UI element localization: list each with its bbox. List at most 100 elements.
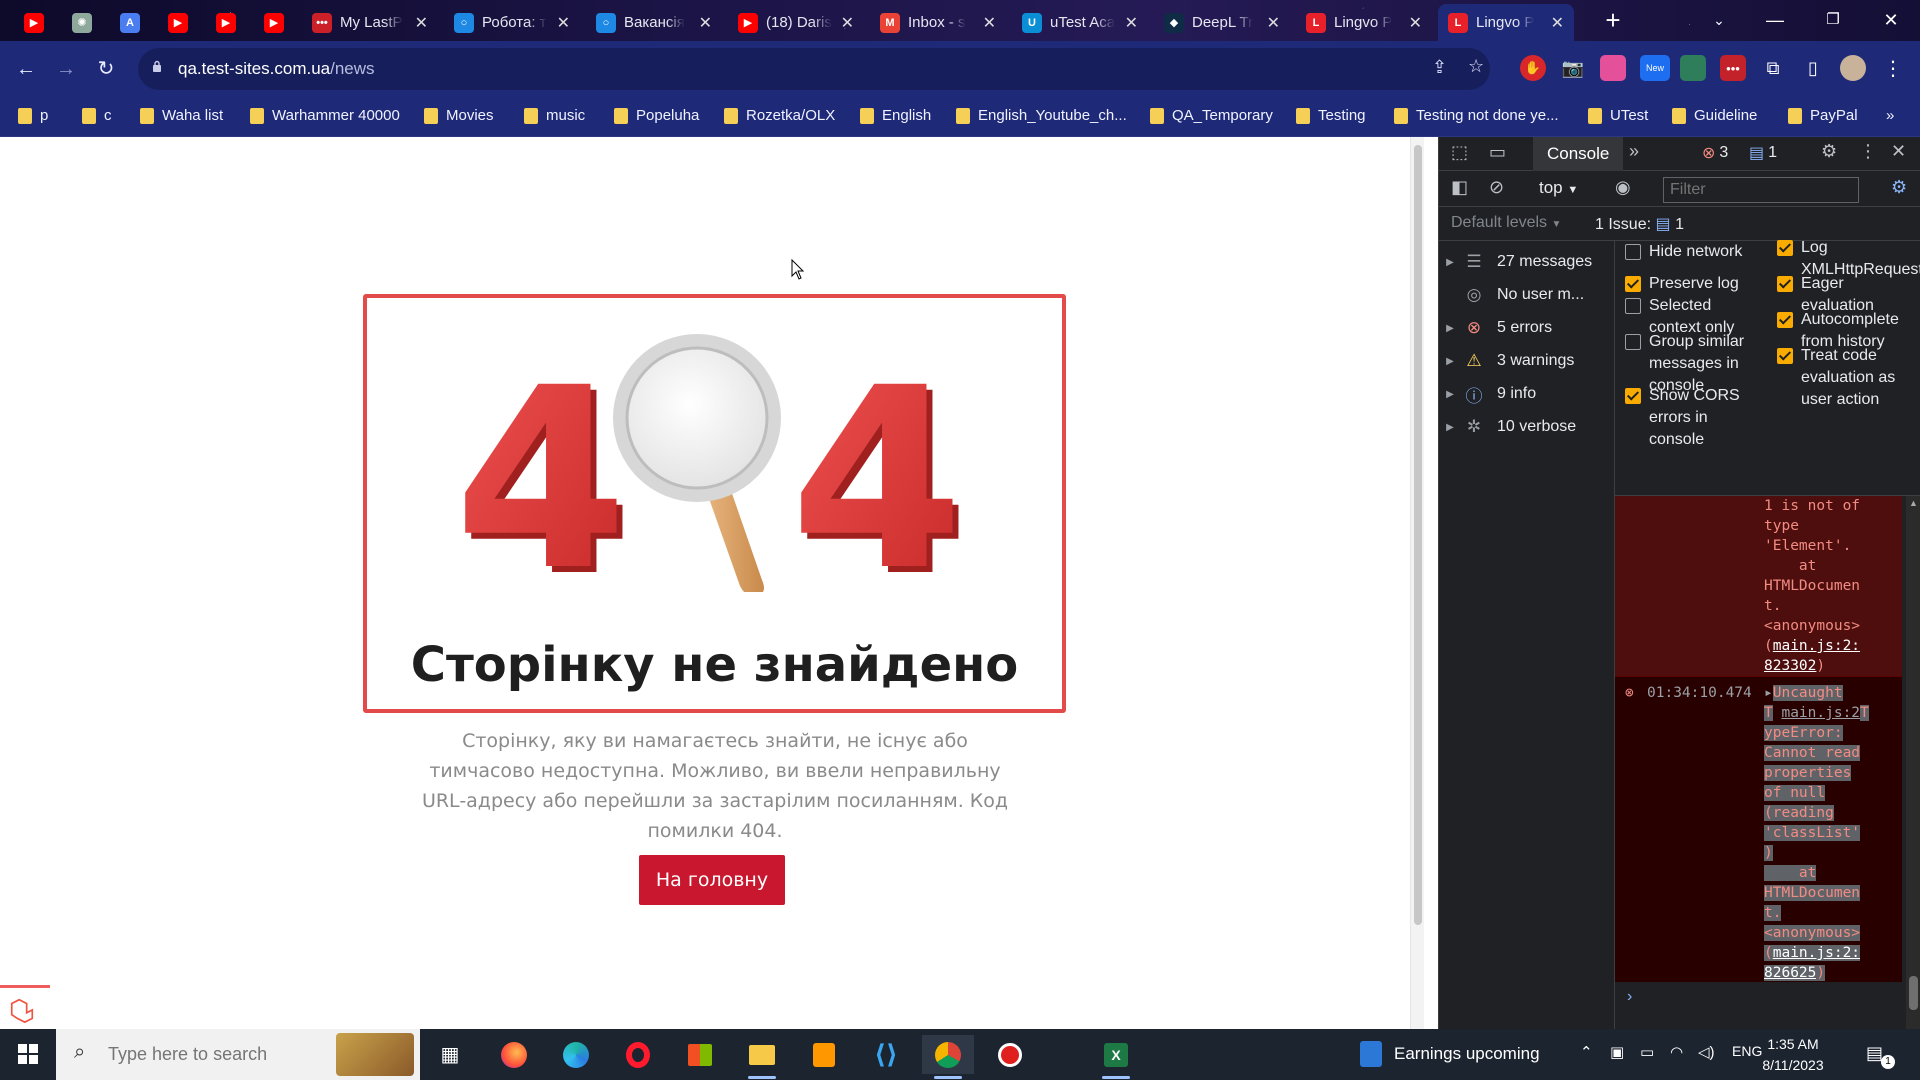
settings-gear-icon[interactable]: ⚙ [1821, 141, 1837, 162]
more-bookmarks-icon[interactable]: » [1886, 107, 1894, 124]
camera-extension-icon[interactable]: 📷 [1560, 55, 1586, 81]
setting-checkbox[interactable] [1625, 244, 1641, 260]
close-tab-icon[interactable]: ✕ [1409, 13, 1422, 33]
news-widget[interactable]: Earnings upcoming [1360, 1041, 1540, 1067]
start-button[interactable] [0, 1029, 56, 1080]
bookmark-star-icon[interactable]: ☆ [1468, 56, 1484, 77]
meet-now-icon[interactable]: ▣ [1610, 1043, 1624, 1061]
firefox-icon[interactable] [488, 1035, 540, 1074]
lock-icon[interactable] [152, 60, 162, 72]
bookmark-item[interactable]: Rozetka/OLX [724, 107, 835, 124]
address-bar[interactable]: qa.test-sites.com.ua/news ⇪ ☆ [138, 48, 1490, 90]
close-tab-icon[interactable]: ✕ [1267, 13, 1280, 33]
battery-icon[interactable]: ▭ [1640, 1043, 1654, 1061]
taskbar-search[interactable]: ⌕ [56, 1029, 420, 1080]
sidebar-item[interactable]: ◎ No user m... [1439, 280, 1615, 310]
console-log[interactable]: 1 is not of type 'Element'. at HTMLDocum… [1615, 495, 1920, 1029]
search-input[interactable] [108, 1040, 348, 1068]
back-button[interactable]: ← [10, 53, 42, 85]
bookmark-item[interactable]: p [18, 107, 48, 124]
live-expression-eye-icon[interactable]: ◉ [1615, 177, 1631, 198]
source-link[interactable]: main.js:2 [1781, 705, 1860, 721]
browser-tab[interactable]: ◆ DeepL Tr ✕ [1154, 4, 1290, 41]
reload-button[interactable]: ↻ [90, 53, 122, 85]
scroll-up-icon[interactable]: ▲ [1909, 498, 1918, 508]
adblock-extension-icon[interactable]: ✋ [1520, 55, 1546, 81]
bookmark-item[interactable]: Guideline [1672, 107, 1757, 124]
setting-checkbox[interactable] [1777, 276, 1793, 292]
sidebar-item[interactable]: ▶ ✲ 10 verbose [1439, 412, 1615, 442]
setting-option[interactable]: Preserve log [1625, 273, 1753, 295]
browser-tab[interactable]: L Lingvo P ✕ [1438, 4, 1574, 41]
wifi-icon[interactable]: ◠ [1670, 1043, 1683, 1061]
close-window-button[interactable]: ✕ [1868, 4, 1914, 36]
sidebar-toggle-icon[interactable]: ◧ [1451, 177, 1468, 198]
bookmark-item[interactable]: c [82, 107, 112, 124]
system-clock[interactable]: 1:35 AM 8/11/2023 [1753, 1034, 1833, 1076]
tab-search-icon[interactable]: ⌄ [1696, 4, 1742, 36]
setting-checkbox[interactable] [1625, 334, 1641, 350]
console-error-entry[interactable]: ⊗ 01:34:10.474 ▸Uncaught T main.js:2T yp… [1615, 676, 1902, 982]
setting-option[interactable]: Show CORS errors in console [1625, 385, 1753, 451]
close-devtools-icon[interactable]: ✕ [1891, 141, 1906, 162]
pinned-tab[interactable]: ▶ [14, 4, 54, 41]
pinned-tab[interactable]: ▶ [158, 4, 198, 41]
setting-checkbox[interactable] [1777, 312, 1793, 328]
filter-input[interactable] [1663, 177, 1859, 203]
page-scrollbar-thumb[interactable] [1414, 145, 1422, 925]
error-count-badge[interactable]: ⊗ 3 [1702, 143, 1728, 163]
url-text[interactable]: qa.test-sites.com.ua/news [178, 59, 375, 79]
pinned-tab[interactable]: ▶ [206, 4, 246, 41]
console-scrollbar-thumb[interactable] [1909, 976, 1918, 1010]
close-tab-icon[interactable]: ✕ [415, 13, 428, 33]
browser-tab[interactable]: L Lingvo P ✕ [1296, 4, 1432, 41]
browser-tab[interactable]: ▶ (18) Daris ✕ [728, 4, 864, 41]
devtools-menu-icon[interactable]: ⋮ [1859, 141, 1877, 162]
more-tabs-icon[interactable]: » [1629, 141, 1639, 162]
context-selector[interactable]: top ▼ [1539, 178, 1578, 198]
setting-option[interactable]: Hide network [1625, 241, 1753, 263]
file-explorer-icon[interactable] [736, 1035, 788, 1079]
close-tab-icon[interactable]: ✕ [983, 13, 996, 33]
bookmark-item[interactable]: Movies [424, 107, 494, 124]
sidebar-item[interactable]: ▶ ⚠ 3 warnings [1439, 346, 1615, 376]
side-panel-icon[interactable]: ▯ [1800, 55, 1826, 81]
extensions-puzzle-icon[interactable]: ⧉ [1760, 55, 1786, 81]
source-link[interactable]: main.js:2: 823302 [1764, 638, 1860, 674]
bookmark-item[interactable]: music [524, 107, 585, 124]
forward-button[interactable]: → [50, 53, 82, 85]
setting-checkbox[interactable] [1777, 240, 1793, 256]
page-scrollbar[interactable] [1410, 137, 1424, 1029]
sidebar-item[interactable]: ▶ ☰ 27 messages [1439, 247, 1615, 277]
issues-button[interactable]: 1 Issue: ▤ 1 [1595, 214, 1684, 234]
inspect-element-icon[interactable]: ⬚ [1451, 142, 1468, 163]
bookmark-item[interactable]: QA_Temporary [1150, 107, 1273, 124]
browser-menu-icon[interactable]: ⋮ [1880, 55, 1906, 81]
close-tab-icon[interactable]: ✕ [699, 13, 712, 33]
setting-checkbox[interactable] [1625, 298, 1641, 314]
chrome-icon[interactable] [922, 1035, 974, 1079]
browser-tab[interactable]: ○ Робота: т ✕ [444, 4, 580, 41]
home-button[interactable]: На головну [639, 855, 785, 905]
browser-tab[interactable]: UuTest Aca ✕ [1012, 4, 1148, 41]
lastpass-extension-icon[interactable]: ••• [1720, 55, 1746, 81]
browser-tab[interactable]: ○ Вакансія ✕ [586, 4, 722, 41]
bookmark-item[interactable]: Waha list [140, 107, 223, 124]
bookmark-item[interactable]: UTest [1588, 107, 1648, 124]
sheet-extension-icon[interactable] [1680, 55, 1706, 81]
pinned-tab[interactable]: ▶ [254, 4, 294, 41]
bookmark-item[interactable]: English_Youtube_ch... [956, 107, 1127, 124]
source-link[interactable]: main.js:2: 826625 [1764, 945, 1861, 981]
profile-avatar[interactable] [1840, 55, 1866, 81]
task-view-icon[interactable]: ▦ [424, 1035, 476, 1074]
sidebar-item[interactable]: ▶ ⊗ 5 errors [1439, 313, 1615, 343]
setting-checkbox[interactable] [1625, 388, 1641, 404]
message-count-badge[interactable]: ▤ 1 [1749, 143, 1777, 163]
edge-icon[interactable] [550, 1035, 602, 1074]
bookmark-item[interactable]: PayPal [1788, 107, 1858, 124]
pinned-tab[interactable]: A [110, 4, 150, 41]
pinned-tab[interactable]: ✺ [62, 4, 102, 41]
expand-arrow-icon[interactable]: ▸ [1764, 685, 1773, 701]
close-tab-icon[interactable]: ✕ [841, 13, 854, 33]
console-error-entry[interactable]: 1 is not of type 'Element'. at HTMLDocum… [1615, 496, 1902, 676]
